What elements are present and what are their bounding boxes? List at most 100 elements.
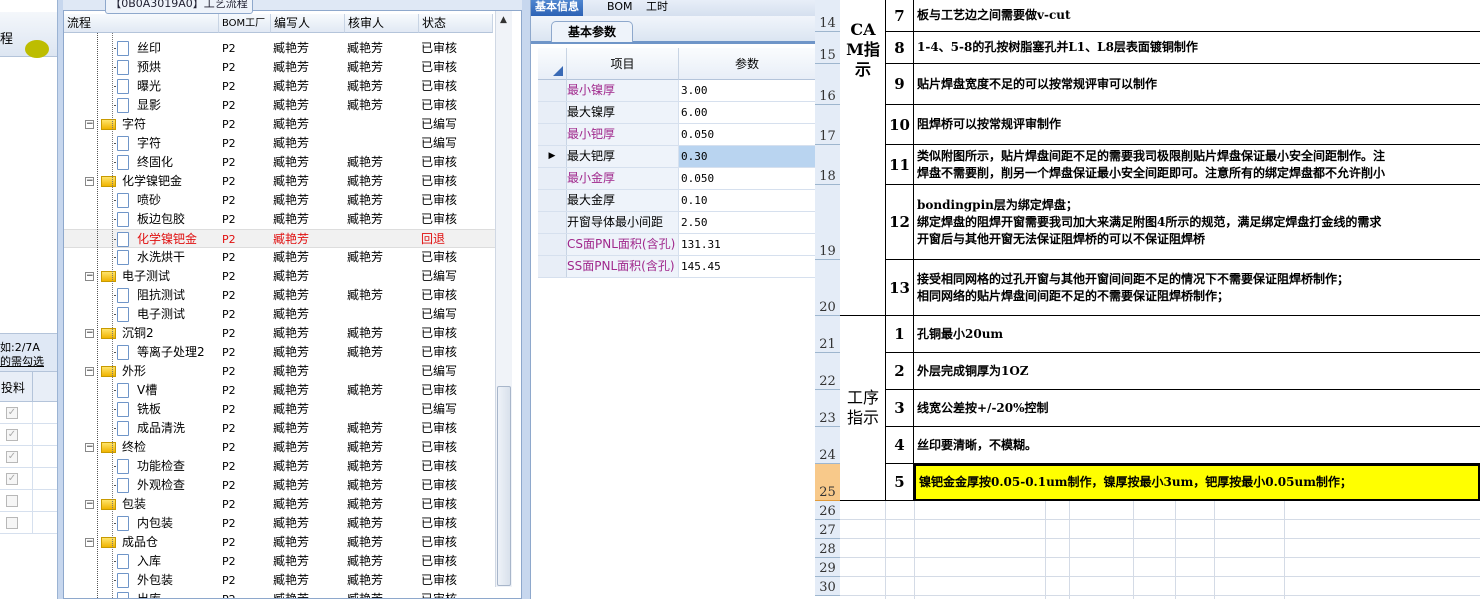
splitter-handle[interactable]: [522, 0, 530, 599]
item-number[interactable]: 9: [885, 64, 914, 105]
param-value[interactable]: 131.31: [679, 234, 816, 255]
row-number[interactable]: 28: [815, 539, 840, 558]
row-header[interactable]: [538, 102, 567, 123]
row-number[interactable]: 26: [815, 501, 840, 520]
feed-checkbox[interactable]: [6, 517, 18, 529]
tab-0[interactable]: 基本信息: [531, 0, 583, 16]
tree-row[interactable]: 电子测试 P2 臧艳芳 已编写: [64, 305, 504, 324]
row-number[interactable]: 20: [815, 260, 840, 316]
feed-checkbox[interactable]: ✓: [6, 473, 18, 485]
instruction-cell[interactable]: 镍钯金金厚按0.05-0.1um制作，镍厚按最小3um，钯厚按最小0.05um制…: [914, 464, 1480, 501]
tree-row[interactable]: 内包装 P2 臧艳芳 臧艳芳 已审核: [64, 514, 504, 533]
tree-row[interactable]: 外包装 P2 臧艳芳 臧艳芳 已审核: [64, 571, 504, 590]
instruction-cell[interactable]: 线宽公差按+/-20%控制: [914, 390, 1480, 427]
row-number[interactable]: 30: [815, 577, 840, 596]
collapse-icon[interactable]: −: [85, 443, 94, 452]
param-row[interactable]: 开窗导体最小间距 2.50: [538, 212, 816, 234]
item-number[interactable]: 11: [885, 145, 914, 185]
instruction-cell[interactable]: 贴片焊盘宽度不足的可以按常规评审可以制作: [914, 64, 1480, 105]
tree-column-header[interactable]: BOM工厂: [219, 14, 271, 33]
tree-row[interactable]: 功能检查 P2 臧艳芳 臧艳芳 已审核: [64, 457, 504, 476]
param-value[interactable]: 0.30: [679, 146, 816, 167]
row-number[interactable]: 23: [815, 390, 840, 427]
item-number[interactable]: 1: [885, 316, 914, 353]
column-header-value[interactable]: 参数: [679, 48, 816, 80]
row-number[interactable]: 15: [815, 32, 840, 64]
row-number[interactable]: 22: [815, 353, 840, 390]
instruction-cell[interactable]: bondingpin层为绑定焊盘； 绑定焊盘的阻焊开窗需要我司加大来满足附图4所示…: [914, 185, 1480, 260]
tab-1[interactable]: BOM: [603, 0, 637, 16]
tree-row[interactable]: − 沉铜2 P2 臧艳芳 臧艳芳 已审核: [64, 324, 504, 343]
item-number[interactable]: 5: [885, 464, 914, 501]
row-number[interactable]: 18: [815, 145, 840, 185]
param-row[interactable]: 最小金厚 0.050: [538, 168, 816, 190]
tree-row[interactable]: 铣板 P2 臧艳芳 已编写: [64, 400, 504, 419]
tree-row[interactable]: 入库 P2 臧艳芳 臧艳芳 已审核: [64, 552, 504, 571]
tree-column-header[interactable]: 流程: [64, 14, 219, 33]
row-number[interactable]: 27: [815, 520, 840, 539]
row-number[interactable]: 25: [815, 464, 840, 501]
tree-row[interactable]: − 终检 P2 臧艳芳 臧艳芳 已审核: [64, 438, 504, 457]
tree-row[interactable]: − 包装 P2 臧艳芳 臧艳芳 已审核: [64, 495, 504, 514]
instruction-cell[interactable]: 1-4、5-8的孔按树脂塞孔并L1、L8层表面镀铜制作: [914, 32, 1480, 64]
item-number[interactable]: 7: [885, 0, 914, 32]
row-number[interactable]: 14: [815, 0, 840, 32]
collapse-icon[interactable]: −: [85, 177, 94, 186]
collapse-icon[interactable]: −: [85, 329, 94, 338]
tree-row[interactable]: 出库 P2 臧艳芳 臧艳芳 已审核: [64, 590, 504, 598]
param-value[interactable]: 3.00: [679, 80, 816, 101]
param-value[interactable]: 2.50: [679, 212, 816, 233]
row-header[interactable]: ▶: [538, 146, 567, 167]
tree-column-header[interactable]: 核审人: [345, 14, 419, 33]
collapse-icon[interactable]: −: [85, 367, 94, 376]
row-header[interactable]: [538, 256, 567, 277]
row-header[interactable]: [538, 234, 567, 255]
collapse-icon[interactable]: −: [85, 500, 94, 509]
row-header[interactable]: [538, 212, 567, 233]
param-value[interactable]: 0.10: [679, 190, 816, 211]
tree-row[interactable]: 终固化 P2 臧艳芳 臧艳芳 已审核: [64, 153, 504, 172]
scroll-up-icon[interactable]: ▲: [500, 15, 507, 25]
row-header[interactable]: [538, 190, 567, 211]
tree-row[interactable]: 外观检查 P2 臧艳芳 臧艳芳 已审核: [64, 476, 504, 495]
item-number[interactable]: 10: [885, 105, 914, 145]
tree-row[interactable]: 曝光 P2 臧艳芳 臧艳芳 已审核: [64, 77, 504, 96]
item-number[interactable]: 4: [885, 427, 914, 464]
item-number[interactable]: 3: [885, 390, 914, 427]
tree-row[interactable]: − 成品仓 P2 臧艳芳 臧艳芳 已审核: [64, 533, 504, 552]
item-number[interactable]: 13: [885, 260, 914, 316]
tree-column-header[interactable]: 状态: [419, 14, 493, 33]
scrollbar-thumb[interactable]: [497, 386, 511, 586]
tree-row[interactable]: 显影 P2 臧艳芳 臧艳芳 已审核: [64, 96, 504, 115]
collapse-icon[interactable]: −: [85, 120, 94, 129]
param-row[interactable]: SS面PNL面积(含孔) 145.45: [538, 256, 816, 278]
category-cam[interactable]: CAM指示: [844, 20, 882, 80]
instruction-cell[interactable]: 外层完成铜厚为1OZ: [914, 353, 1480, 390]
tree-row[interactable]: 字符 P2 臧艳芳 已编写: [64, 134, 504, 153]
tree-row[interactable]: 化学镍钯金 P2 臧艳芳 回退: [64, 229, 504, 248]
item-number[interactable]: 8: [885, 32, 914, 64]
tree-row[interactable]: − 外形 P2 臧艳芳 已编写: [64, 362, 504, 381]
param-row[interactable]: CS面PNL面积(含孔) 131.31: [538, 234, 816, 256]
row-header[interactable]: [538, 124, 567, 145]
param-value[interactable]: 6.00: [679, 102, 816, 123]
instruction-cell[interactable]: 类似附图所示，贴片焊盘间距不足的需要我司极限削贴片焊盘保证最小安全间距制作。注焊…: [914, 145, 1480, 185]
collapse-icon[interactable]: −: [85, 272, 94, 281]
row-number[interactable]: 21: [815, 316, 840, 353]
tree-row[interactable]: 阻抗测试 P2 臧艳芳 臧艳芳 已审核: [64, 286, 504, 305]
item-number[interactable]: 12: [885, 185, 914, 260]
param-row[interactable]: 最大镍厚 6.00: [538, 102, 816, 124]
tree-row[interactable]: 水洗烘干 P2 臧艳芳 臧艳芳 已审核: [64, 248, 504, 267]
tree-row[interactable]: 预烘 P2 臧艳芳 臧艳芳 已审核: [64, 58, 504, 77]
row-number[interactable]: 29: [815, 558, 840, 577]
row-number[interactable]: 16: [815, 64, 840, 105]
instruction-cell[interactable]: 丝印要清晰，不模糊。: [914, 427, 1480, 464]
row-header[interactable]: [538, 168, 567, 189]
tree-title-tab[interactable]: 【0B0A3019A0】工艺流程: [105, 0, 253, 14]
tree-row[interactable]: 板边包胶 P2 臧艳芳 臧艳芳 已审核: [64, 210, 504, 229]
param-row[interactable]: 最小镍厚 3.00: [538, 80, 816, 102]
tab-2[interactable]: 工时: [642, 0, 672, 16]
row-number[interactable]: 24: [815, 427, 840, 464]
grid-corner[interactable]: [538, 48, 567, 80]
tree-row[interactable]: 等离子处理2 P2 臧艳芳 臧艳芳 已审核: [64, 343, 504, 362]
